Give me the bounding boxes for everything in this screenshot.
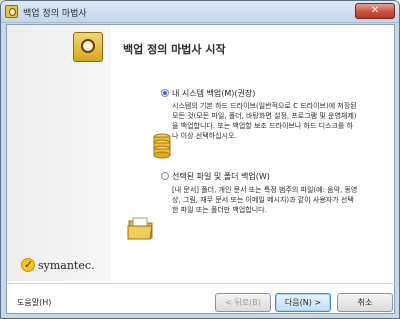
option-label-backup-files[interactable]: 선택된 파일 및 폴더 백업(W)	[172, 171, 270, 182]
help-link[interactable]: 도움말(H)	[17, 297, 51, 308]
close-button[interactable]: ✕	[355, 3, 395, 19]
title-bar: 백업 정의 마법사 ✕	[1, 1, 399, 23]
desc-line: 한 파일 또는 폴더만 백업합니다.	[172, 206, 267, 214]
next-button[interactable]: 다음(N) >	[275, 293, 331, 312]
wizard-header-icon	[73, 32, 103, 62]
wizard-sidebar: symantec.	[7, 25, 111, 281]
cancel-button[interactable]: 취소	[337, 293, 393, 312]
wizard-client-area: symantec. 백업 정의 마법사 시작 내 시스템 백업(M)(권장) 시…	[6, 24, 396, 314]
back-button[interactable]: < 뒤로(B)	[215, 293, 271, 312]
radio-backup-system[interactable]	[161, 89, 169, 97]
window-title: 백업 정의 마법사	[23, 9, 87, 19]
desc-line: 을 백업합니다. 또는 백업할 보조 드라이브나 하드 디스크를 하	[172, 122, 354, 130]
folder-icon	[127, 217, 153, 240]
page-title: 백업 정의 마법사 시작	[123, 43, 226, 56]
option-desc-backup-files: [내 문서] 폴더, 개인 문서 또는 특정 범주의 파일(예: 음악, 동영 …	[172, 185, 392, 215]
radio-backup-files[interactable]	[161, 172, 169, 180]
option-label-backup-system[interactable]: 내 시스템 백업(M)(권장)	[172, 88, 255, 99]
desc-line: [내 문서] 폴더, 개인 문서 또는 특정 범주의 파일(예: 음악, 동영	[172, 186, 358, 194]
brand-name: symantec.	[38, 258, 95, 272]
desc-line: 상, 그림, 재무 문서 또는 이메일 메시지)과 같이 사용자가 선택	[172, 196, 354, 204]
wizard-window: 백업 정의 마법사 ✕ symantec. 백업 정의 마법사 시작 내 시스템…	[0, 0, 400, 319]
symantec-logo: symantec.	[21, 257, 95, 273]
wizard-app-icon	[5, 5, 18, 18]
option-desc-backup-system: 시스템의 기본 하드 드라이브(일반적으로 C 드라이브)에 저장된 모든 것(…	[172, 101, 392, 141]
desc-line: 모든 것(모든 파일, 폴더, 바탕화면 설정, 프로그램 및 운영체제)	[172, 112, 357, 120]
footer-separator	[7, 283, 396, 284]
close-icon: ✕	[370, 5, 380, 16]
desc-line: 시스템의 기본 하드 드라이브(일반적으로 C 드라이브)에 저장된	[172, 102, 357, 110]
desc-line: 나 이상 선택하십시오.	[172, 132, 237, 140]
symantec-check-icon	[21, 258, 35, 272]
database-icon	[153, 133, 171, 159]
